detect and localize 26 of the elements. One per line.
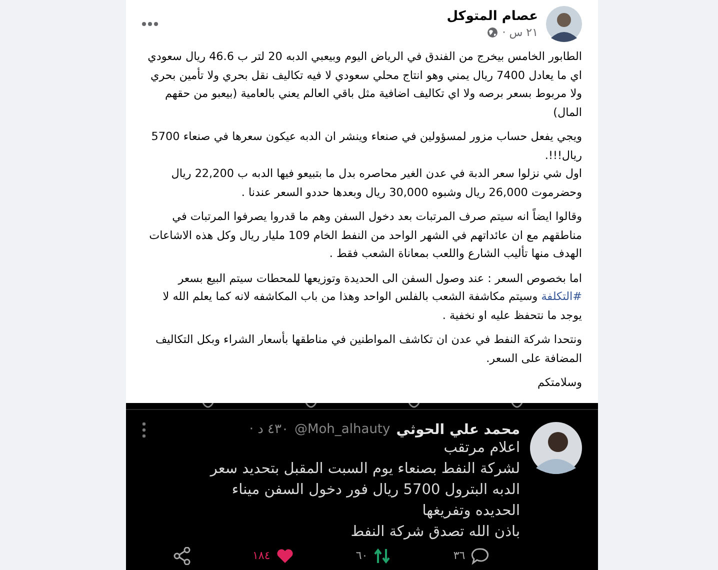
globe-icon [487, 27, 498, 38]
avatar-icon[interactable] [546, 6, 582, 42]
post-paragraph: ونتحدا شركة النفط في عدن ان تكاشف المواطنين في مناطقها بأسعار الشراء وبكل التكاليف المضافة على السعر. [154, 331, 582, 367]
hashtag-link[interactable]: #التكلفة [541, 290, 582, 303]
tweet-text: باذن الله تصدق شركة النفط [350, 522, 520, 542]
action-count: ١٨٤ [252, 549, 270, 562]
post-paragraph: وقالوا ايضاً انه سيتم صرف المرتبات بعد دخول السفن وهم ما قدروا يصرفوا المرتبات في مناطقهم مع ان عائداتهم في الشهر الواحد من النفط الخام 109 مليار ريال وكل هذه الاشاعات الهدف منها تأليب الشارع واللعب بمعاناة الشعب فقط . [148, 208, 582, 262]
post-paragraph: الطابور الخامس بيخرج من الفندق في الرياض اليوم وبيعبي الدبه 20 لتر ب 46.6 ريال سعودي اي ما يعادل 7400 ريال يمني وهو انتاج محلي سعودي لا فيه تكاليف نقل بحري ولا تأمين بحري ولا مربوط بسعر برصه ولا اي تكاليف اضافية مثل باقي العالم يعني بالعامية (بيعبو من حقهم المال) [146, 49, 582, 120]
action-count: ٣٦ [453, 549, 466, 562]
tweet-text: الدبه البترول 5700 ريال فور دخول السفن ميناء [230, 480, 520, 500]
tweet-handle: @Moh_alhauty [294, 422, 390, 437]
more-icon [142, 422, 146, 438]
author-name[interactable]: عصام المتوكل [446, 9, 538, 24]
post-paragraph: ويجي يفعل حساب مزور لمسؤولين في صنعاء وينشر ان الدبه عيكون سعرها في صنعاء 5700 ريال!!!. اول شي نزلوا سعر الدبة في عدن الغير محاصره بدل ما بتبيعو فيها الدبه ب 22,200 ريال وحضرموت 26,000 ريال وشبوه 30,000 ريال وبعدها حددو السعر عندنا . [150, 129, 582, 201]
tweet-text: الحديده وتفريغها [421, 502, 520, 520]
post-time[interactable]: ٢١ س · [502, 26, 538, 39]
tweet-time: · ٤٣٠ د [249, 422, 288, 437]
post-paragraph: وسلامتكم [536, 375, 582, 391]
tweet-text: اعلام مرتقب [442, 438, 520, 458]
post-paragraph: اما بخصوص السعر : عند وصول السفن الى الحديدة وتوزيعها للمحطات سيتم البيع بسعر #التكلفة وسيتم مكاشفة الشعب بالفلس الواحد وهذا من باب المكاشفه لانه كما يعلم الله لا يوجد ما نتحفظ عليه او نخفية . [162, 270, 582, 324]
action-count: ٦٠ [356, 549, 368, 562]
tweet-text: لشركة النفط بصنعاء يوم السبت المقبل بتحديد سعر [208, 460, 520, 478]
heart-icon [276, 546, 294, 564]
avatar-icon [530, 422, 582, 474]
tweet-author: محمد علي الحوثي [396, 422, 520, 438]
more-icon[interactable] [142, 21, 158, 27]
